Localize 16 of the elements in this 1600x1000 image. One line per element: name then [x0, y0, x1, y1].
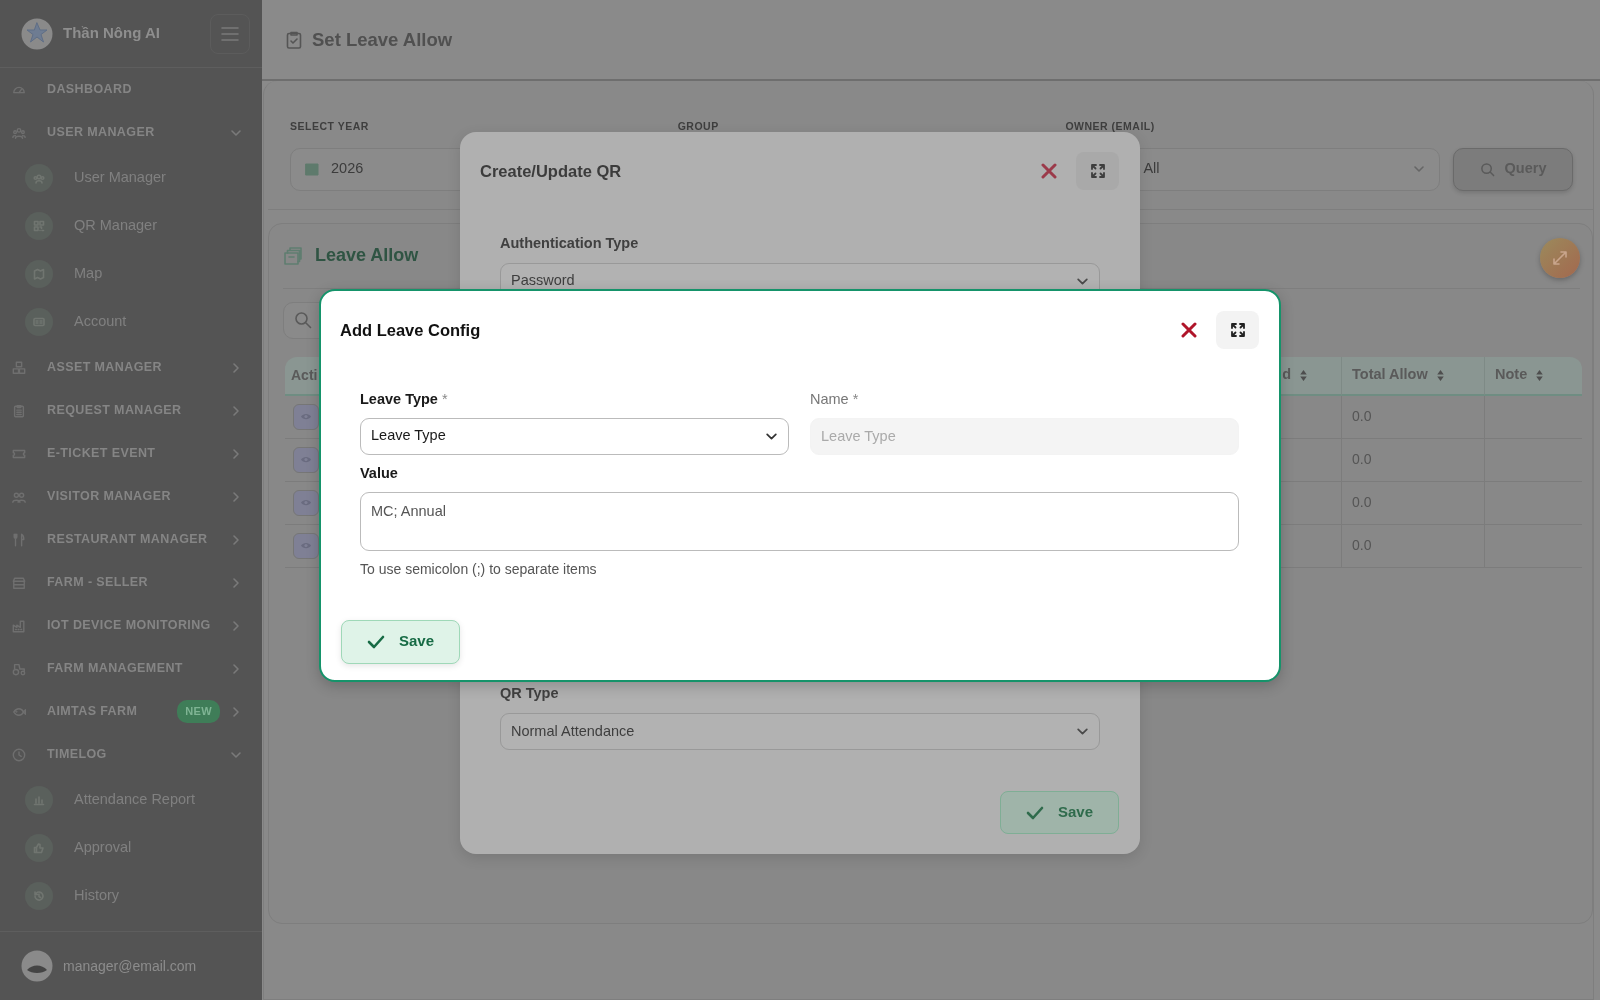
- section-title: Leave Allow: [315, 244, 419, 268]
- user-email: manager@email.com: [63, 956, 197, 976]
- field-label: Value: [360, 463, 399, 483]
- field-label: QR Type: [500, 684, 560, 704]
- filter-label: SELECT YEAR: [290, 119, 370, 134]
- help-text: To use semicolon (;) to separate items: [360, 559, 598, 579]
- page-title: Set Leave Allow: [312, 27, 453, 52]
- field-label: Authentication Type: [500, 234, 640, 253]
- modal-title: Add Leave Config: [340, 319, 481, 341]
- text-field: Leave Type: [810, 417, 1239, 455]
- brand-name: Thần Nông AI: [63, 23, 160, 44]
- new-badge: NEW: [177, 700, 220, 723]
- field-label: Name *: [810, 390, 860, 409]
- filter-label: GROUP: [677, 119, 720, 134]
- modal-title: Create/Update QR: [480, 160, 622, 182]
- filter-label: OWNER (EMAIL): [1065, 119, 1156, 134]
